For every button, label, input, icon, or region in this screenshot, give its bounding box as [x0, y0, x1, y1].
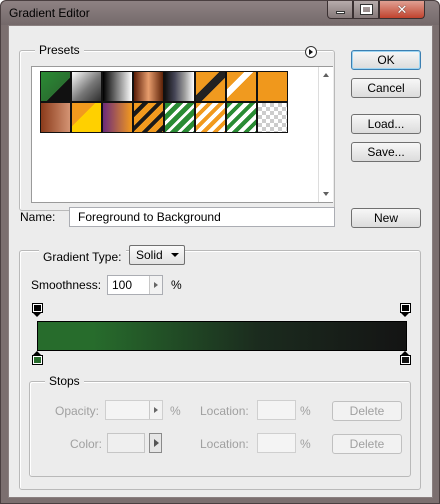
scroll-down-icon[interactable] — [323, 192, 329, 196]
stepper-arrow-icon — [154, 282, 158, 288]
color-stop-left[interactable] — [32, 351, 43, 365]
chevron-down-icon — [171, 253, 179, 257]
color-swatch[interactable] — [107, 433, 145, 453]
swatch-chrome[interactable] — [226, 71, 257, 102]
dialog-body: Presets OK Cancel Load... Save... Name: … — [8, 25, 433, 498]
cancel-button[interactable]: Cancel — [351, 78, 421, 98]
swatch-orange-stripes-2[interactable] — [133, 102, 164, 133]
swatch-orange-stripe[interactable] — [195, 71, 226, 102]
gradient-type-select[interactable]: Solid — [129, 245, 185, 265]
name-label: Name: — [20, 210, 56, 224]
swatch-spectrum[interactable] — [164, 71, 195, 102]
swatch-transparent-stripes[interactable] — [226, 102, 257, 133]
smoothness-value: 100 — [112, 278, 133, 292]
smoothness-stepper[interactable] — [149, 276, 162, 294]
window-title: Gradient Editor — [9, 6, 90, 20]
minimize-icon — [335, 11, 345, 14]
smoothness-unit: % — [171, 278, 182, 292]
stops-group — [29, 381, 411, 477]
opacity-input[interactable] — [105, 400, 163, 420]
maximize-button[interactable] — [353, 1, 379, 19]
swatch-green-stripes[interactable] — [164, 102, 195, 133]
swatch-green-black[interactable] — [40, 71, 71, 102]
name-input[interactable]: Foreground to Background — [69, 207, 335, 227]
swatch-copper-2[interactable] — [40, 102, 71, 133]
title-bar[interactable]: Gradient Editor ✕ — [1, 1, 439, 25]
delete-color-stop-button[interactable]: Delete — [332, 434, 402, 454]
load-button[interactable]: Load... — [351, 114, 421, 134]
gradient-type-label: Gradient Type: — [39, 250, 126, 264]
swatch-copper[interactable] — [133, 71, 164, 102]
swatch-violet-orange[interactable] — [102, 102, 133, 133]
swatch-green-transparent[interactable] — [71, 71, 102, 102]
smoothness-label: Smoothness: — [31, 278, 102, 292]
stops-title: Stops — [45, 374, 84, 388]
opacity-unit: % — [170, 404, 181, 418]
presets-title: Presets — [35, 43, 84, 57]
color-location-input[interactable] — [257, 433, 296, 453]
minimize-button[interactable] — [327, 1, 353, 19]
swatch-neutral[interactable] — [257, 102, 288, 133]
opacity-stop-left[interactable] — [32, 303, 43, 317]
gradient-editor-window: Gradient Editor ✕ Presets OK Cancel Load… — [0, 0, 440, 504]
opacity-location-unit: % — [300, 404, 311, 418]
color-location-label: Location: — [200, 437, 249, 451]
color-label: Color: — [70, 437, 103, 451]
ok-button[interactable]: OK — [351, 50, 421, 70]
presets-list — [31, 66, 333, 203]
stepper-arrow-icon — [154, 407, 158, 413]
opacity-label: Opacity: — [55, 404, 100, 418]
opacity-location-label: Location: — [200, 404, 249, 418]
gradient-type-value: Solid — [136, 248, 163, 262]
smoothness-input[interactable]: 100 — [107, 275, 163, 295]
opacity-stepper[interactable] — [149, 401, 162, 419]
color-stop-right[interactable] — [400, 351, 411, 365]
swatch-orange-yellow[interactable] — [71, 102, 102, 133]
close-button[interactable]: ✕ — [379, 1, 425, 19]
opacity-location-input[interactable] — [257, 400, 296, 420]
color-location-unit: % — [300, 437, 311, 451]
swatch-transparent-rainbow[interactable] — [195, 102, 226, 133]
delete-opacity-stop-button[interactable]: Delete — [332, 401, 402, 421]
gradient-preview-bar[interactable] — [37, 321, 407, 351]
maximize-icon — [359, 4, 373, 15]
swatch-black-white[interactable] — [102, 71, 133, 102]
swatch-orange[interactable] — [257, 71, 288, 102]
opacity-stop-right[interactable] — [400, 303, 411, 317]
color-menu-icon[interactable] — [149, 433, 162, 453]
save-button[interactable]: Save... — [351, 142, 421, 162]
close-icon: ✕ — [396, 1, 408, 17]
new-button[interactable]: New — [351, 208, 421, 228]
scroll-up-icon[interactable] — [323, 73, 329, 77]
presets-scrollbar[interactable] — [318, 67, 333, 202]
presets-menu-icon[interactable] — [305, 46, 317, 58]
